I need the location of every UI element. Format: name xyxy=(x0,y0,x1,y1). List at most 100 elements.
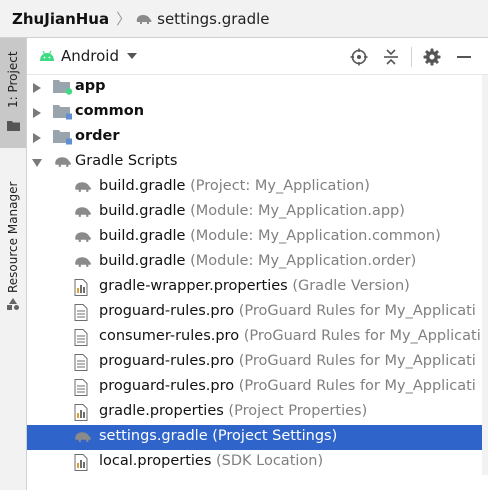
tree-file-hint: (Module: My_Application.common) xyxy=(190,228,441,244)
vertical-scrollbar-track[interactable] xyxy=(482,75,488,475)
tree-file-item[interactable]: gradle-wrapper.properties (Gradle Versio… xyxy=(27,275,488,300)
tree-file-text: build.gradle (Module: My_Application.ord… xyxy=(99,253,416,269)
text-file-icon xyxy=(73,329,89,350)
tree-file-name: build.gradle xyxy=(99,228,186,244)
tree-item-app-label: app xyxy=(75,78,106,94)
tree-item-order[interactable]: order xyxy=(27,125,488,150)
tree-file-name: gradle.properties xyxy=(99,403,224,419)
minimize-icon xyxy=(457,55,471,58)
tree-item-order-label: order xyxy=(75,128,120,144)
breadcrumb-root[interactable]: ZhuJianHua xyxy=(12,10,109,28)
tree-item-common[interactable]: common xyxy=(27,100,488,125)
tree-file-text: proguard-rules.pro (ProGuard Rules for M… xyxy=(99,378,476,394)
properties-file-icon xyxy=(73,454,89,475)
tree-file-hint: (Project Properties) xyxy=(228,403,368,419)
tree-file-text: gradle.properties (Project Properties) xyxy=(99,403,367,419)
hide-panel-button[interactable] xyxy=(448,38,480,75)
tree-file-name: consumer-rules.pro xyxy=(99,328,240,344)
module-folder-icon xyxy=(53,130,72,145)
tree-file-name: settings.gradle xyxy=(99,428,208,444)
properties-file-icon xyxy=(73,279,89,300)
tree-file-item[interactable]: build.gradle (Module: My_Application.app… xyxy=(27,200,488,225)
tree-file-text: local.properties (SDK Location) xyxy=(99,453,323,469)
shapes-icon xyxy=(7,298,19,310)
tree-item-common-label: common xyxy=(75,103,145,119)
view-mode-label: Android xyxy=(61,47,119,65)
locate-icon xyxy=(350,48,368,65)
tree-file-name: proguard-rules.pro xyxy=(99,378,235,394)
tree-item-gradle-scripts-label: Gradle Scripts xyxy=(75,153,178,169)
tree-file-text: build.gradle (Module: My_Application.com… xyxy=(99,228,441,244)
settings-button[interactable] xyxy=(416,38,448,75)
tree-file-hint: (ProGuard Rules for My_Applicati xyxy=(238,303,476,319)
gradle-elephant-icon xyxy=(73,429,93,448)
tree-file-item[interactable]: build.gradle (Project: My_Application) xyxy=(27,175,488,200)
tree-file-hint: (Module: My_Application.app) xyxy=(190,203,405,219)
text-file-icon xyxy=(73,304,89,325)
tree-file-text: consumer-rules.pro (ProGuard Rules for M… xyxy=(99,328,481,344)
breadcrumb-file[interactable]: settings.gradle xyxy=(135,9,270,28)
text-file-icon xyxy=(73,379,89,400)
expand-arrow-icon xyxy=(33,133,41,143)
tree-file-item[interactable]: proguard-rules.pro (ProGuard Rules for M… xyxy=(27,375,488,400)
tree-item-gradle-scripts[interactable]: Gradle Scripts xyxy=(27,150,488,175)
expand-arrow-icon xyxy=(33,108,41,118)
tree-file-name: local.properties xyxy=(99,453,212,469)
tree-file-name: build.gradle xyxy=(99,178,186,194)
tree-file-hint: (Gradle Version) xyxy=(292,278,410,294)
expand-arrow-icon xyxy=(33,83,41,93)
tree-file-name: build.gradle xyxy=(99,203,186,219)
tree-file-name: build.gradle xyxy=(99,253,186,269)
project-tree: app common order Gradle Scripts build.gr… xyxy=(27,75,488,475)
tree-file-item[interactable]: settings.gradle (Project Settings) xyxy=(27,425,488,450)
tree-file-hint: (ProGuard Rules for My_Applicati xyxy=(238,378,476,394)
tree-file-item[interactable]: build.gradle (Module: My_Application.ord… xyxy=(27,250,488,275)
resource-manager-tool-tab[interactable]: Resource Manager xyxy=(0,163,26,323)
tree-file-text: gradle-wrapper.properties (Gradle Versio… xyxy=(99,278,410,294)
collapse-arrow-icon xyxy=(32,159,42,167)
gear-icon xyxy=(423,48,441,65)
gradle-elephant-icon xyxy=(136,14,152,24)
gradle-elephant-icon xyxy=(73,254,93,273)
tree-item-app[interactable]: app xyxy=(27,75,488,100)
view-mode-selector[interactable]: Android xyxy=(39,47,137,65)
module-folder-icon xyxy=(53,105,72,120)
tree-file-hint: (ProGuard Rules for My_Applicati xyxy=(238,353,476,369)
project-tab-label: 1: Project xyxy=(6,51,20,108)
tree-file-item[interactable]: build.gradle (Module: My_Application.com… xyxy=(27,225,488,250)
locate-button[interactable] xyxy=(343,38,375,75)
tree-file-text: build.gradle (Module: My_Application.app… xyxy=(99,203,405,219)
tree-file-item[interactable]: proguard-rules.pro (ProGuard Rules for M… xyxy=(27,350,488,375)
tree-file-item[interactable]: gradle.properties (Project Properties) xyxy=(27,400,488,425)
breadcrumb-file-label: settings.gradle xyxy=(157,9,270,28)
tree-file-hint: (ProGuard Rules for My_Applicati xyxy=(243,328,481,344)
dropdown-caret-icon xyxy=(127,53,137,59)
module-folder-icon xyxy=(53,80,73,95)
tree-file-name: proguard-rules.pro xyxy=(99,353,235,369)
tree-file-text: build.gradle (Project: My_Application) xyxy=(99,178,370,194)
collapse-all-button[interactable] xyxy=(375,38,407,75)
tree-file-hint: (Project Settings) xyxy=(212,428,338,444)
left-tool-strip: 1: Project Resource Manager xyxy=(0,38,27,490)
gradle-elephant-icon xyxy=(73,204,93,223)
gradle-elephant-icon xyxy=(55,157,71,167)
tree-file-name: proguard-rules.pro xyxy=(99,303,235,319)
tree-file-name: gradle-wrapper.properties xyxy=(99,278,288,294)
collapse-all-icon xyxy=(384,48,398,65)
breadcrumb: ZhuJianHua 〉 settings.gradle xyxy=(0,0,488,38)
tree-file-hint: (SDK Location) xyxy=(216,453,324,469)
tree-file-text: proguard-rules.pro (ProGuard Rules for M… xyxy=(99,353,476,369)
folder-icon xyxy=(7,121,20,131)
gradle-elephant-icon xyxy=(73,229,93,248)
toolbar-divider xyxy=(411,46,412,67)
tree-file-item[interactable]: proguard-rules.pro (ProGuard Rules for M… xyxy=(27,300,488,325)
tree-file-item[interactable]: local.properties (SDK Location) xyxy=(27,450,488,475)
gradle-elephant-icon xyxy=(73,179,93,198)
tree-file-hint: (Project: My_Application) xyxy=(190,178,370,194)
tree-file-hint: (Module: My_Application.order) xyxy=(190,253,417,269)
project-tool-tab[interactable]: 1: Project xyxy=(0,38,26,148)
toolbar-actions xyxy=(343,38,480,75)
text-file-icon xyxy=(73,354,89,375)
project-toolbar: Android xyxy=(27,38,488,75)
tree-file-item[interactable]: consumer-rules.pro (ProGuard Rules for M… xyxy=(27,325,488,350)
